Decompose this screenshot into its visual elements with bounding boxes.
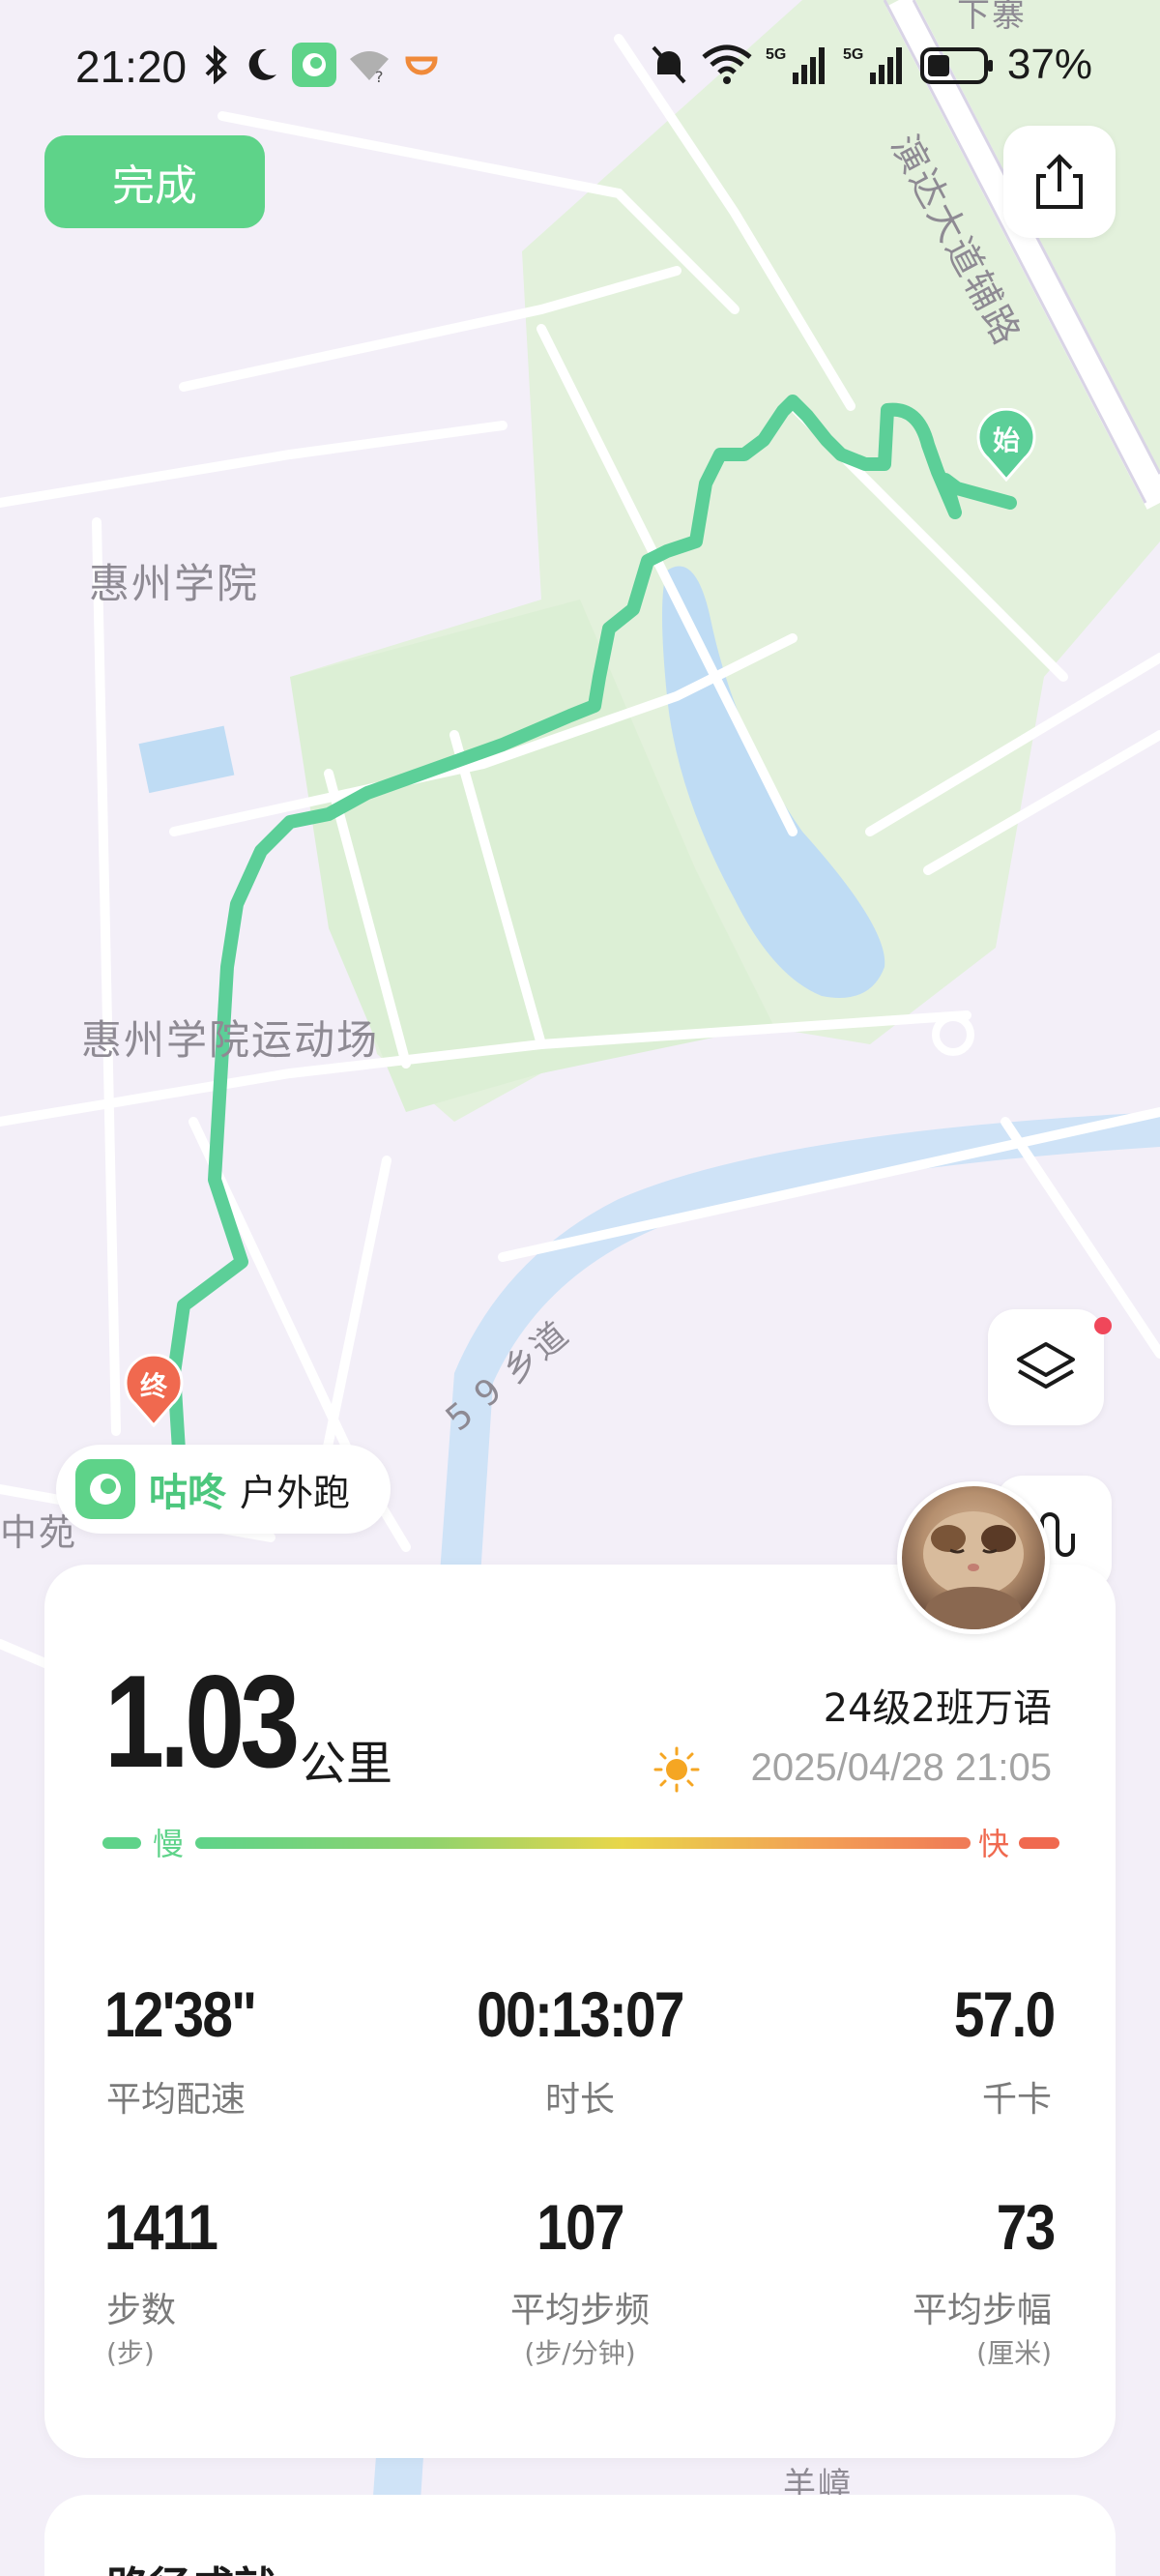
distance-unit: 公里 (300, 1737, 393, 1791)
start-marker: 始 (976, 407, 1036, 483)
pace-fast-label: 快 (978, 1826, 1010, 1862)
pace-slow-segment (102, 1837, 141, 1849)
stride-unit: (厘米) (976, 2337, 1052, 2369)
status-time: 21:20 (75, 42, 188, 92)
stride-label: 平均步幅 (912, 2291, 1052, 2330)
signal-5g-icon-1: 5G (766, 46, 825, 84)
share-icon (1036, 154, 1083, 209)
battery-icon (919, 47, 993, 84)
distance-value: 1.03 (104, 1648, 300, 1795)
cadence-value: 107 (536, 2191, 624, 2263)
map-label-campus: 惠州学院 (89, 560, 260, 607)
start-marker-text: 始 (992, 424, 1020, 456)
calories-value: 57.0 (953, 1978, 1055, 2050)
cadence-unit: (步/分钟) (524, 2337, 636, 2369)
mute-bell-icon (652, 45, 686, 84)
avg-pace-label: 平均配速 (106, 2080, 246, 2120)
app-notification-icon (292, 43, 336, 87)
sun-weather-icon (653, 1746, 700, 1793)
pace-slow-label: 慢 (153, 1826, 185, 1862)
map-layers-button[interactable] (988, 1309, 1104, 1425)
wifi-question-icon: ? (350, 51, 389, 84)
codoon-logo-icon (75, 1459, 135, 1519)
wifi-icon (702, 44, 752, 84)
moon-icon (248, 48, 276, 80)
cadence-label: 平均步频 (509, 2291, 650, 2330)
didi-icon (405, 56, 438, 75)
calories-label: 千卡 (981, 2080, 1052, 2120)
layers-icon (1017, 1342, 1075, 1389)
svg-text:5G: 5G (843, 46, 863, 63)
achievements-title: 路径成就 (106, 2553, 276, 2576)
activity-type: 户外跑 (240, 1471, 351, 1514)
svg-text:5G: 5G (766, 46, 786, 63)
status-icons-right: 5G 5G 37% (650, 41, 1092, 89)
pace-gradient (195, 1837, 971, 1849)
user-avatar[interactable] (897, 1481, 1050, 1634)
pace-fast-segment (1019, 1837, 1059, 1849)
brand-pill: 咕咚 户外跑 (56, 1445, 391, 1534)
pace-gradient-bar: 慢 快 (102, 1826, 1059, 1862)
avg-pace-value: 12'38" (104, 1978, 257, 2050)
duration-value: 00:13:07 (477, 1978, 684, 2050)
svg-text:?: ? (375, 68, 384, 84)
share-button[interactable] (1003, 126, 1116, 238)
duration-label: 时长 (544, 2080, 615, 2120)
end-marker: 终 (124, 1353, 184, 1428)
signal-5g-icon-2: 5G (843, 46, 902, 84)
cat-avatar-image (923, 1511, 1024, 1629)
battery-percent: 37% (1006, 41, 1092, 88)
map-label-stadium: 惠州学院运动场 (81, 1016, 380, 1064)
brand-name: 咕咚 (149, 1471, 226, 1515)
steps-value: 1411 (104, 2191, 218, 2263)
status-icons-left: ? (203, 43, 441, 87)
bluetooth-icon (205, 45, 227, 84)
steps-label: 步数 (106, 2291, 177, 2330)
run-datetime: 2025/04/28 21:05 (750, 1746, 1052, 1789)
steps-unit: (步) (106, 2337, 155, 2369)
stride-value: 73 (996, 2191, 1055, 2263)
done-button[interactable]: 完成 (44, 135, 265, 228)
layers-notification-dot (1094, 1317, 1112, 1334)
end-marker-text: 终 (139, 1370, 167, 1402)
status-bar: 21:20 ? 5G 5G 37% (0, 0, 1160, 135)
username: 24级2班万语 (823, 1686, 1052, 1731)
